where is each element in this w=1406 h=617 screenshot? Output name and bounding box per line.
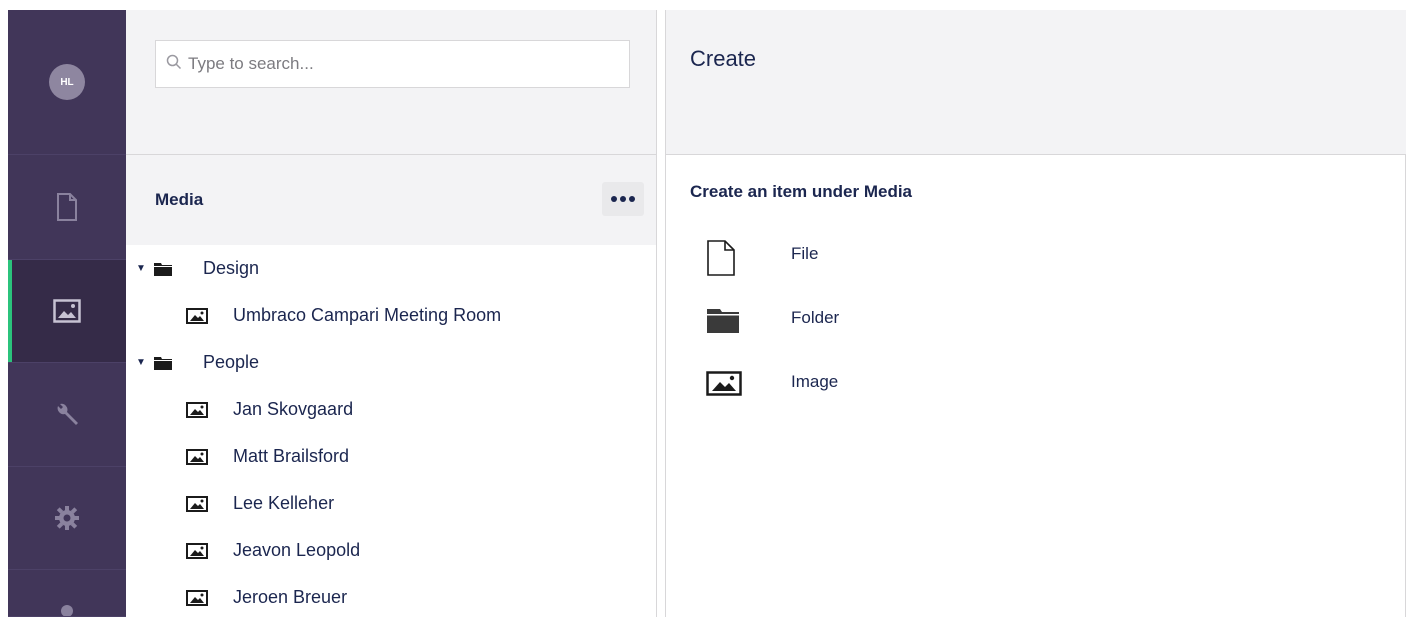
- tree-item-label: Design: [203, 258, 260, 278]
- caret-down-icon[interactable]: ▼: [136, 357, 146, 368]
- tree-header: Media: [126, 155, 656, 245]
- gear-icon: [54, 505, 80, 531]
- search-box[interactable]: [155, 40, 630, 88]
- tree-item-label: Lee Kelleher: [233, 493, 335, 513]
- more-dot: [629, 196, 635, 202]
- tree-item-label: Jeroen Breuer: [233, 587, 348, 607]
- tree-item-jan-skovgaard[interactable]: Jan Skovgaard: [126, 386, 656, 433]
- wrench-icon: [54, 402, 80, 428]
- tree-item-label: Jeavon Leopold: [233, 540, 361, 560]
- tree-actions-button[interactable]: [602, 182, 644, 216]
- tree-panel: Media ▼ Design Umbraco Campari Meeting R…: [126, 10, 656, 617]
- user-avatar-section[interactable]: HL: [8, 10, 126, 155]
- create-option-image[interactable]: Image: [690, 362, 1090, 412]
- folder-icon: [153, 261, 173, 277]
- tree-item-matt-brailsford[interactable]: Matt Brailsford: [126, 433, 656, 480]
- tree-item-design[interactable]: ▼ Design: [126, 245, 656, 292]
- image-icon: [186, 307, 208, 324]
- tree-item-label: Umbraco Campari Meeting Room: [233, 305, 502, 325]
- image-icon: [186, 448, 208, 465]
- caret-down-icon[interactable]: ▼: [136, 263, 146, 274]
- section-settings-tools[interactable]: [8, 363, 126, 467]
- section-users[interactable]: [8, 570, 126, 617]
- section-settings[interactable]: [8, 467, 126, 570]
- tree-item-jeavon-leopold[interactable]: Jeavon Leopold: [126, 527, 656, 574]
- tree-search-area: [126, 10, 656, 155]
- section-rail: HL: [8, 10, 126, 617]
- image-icon: [186, 542, 208, 559]
- tree-item-label: Jan Skovgaard: [233, 399, 354, 419]
- create-option-file[interactable]: File: [690, 234, 1090, 284]
- top-strip: [0, 0, 1406, 10]
- image-icon: [186, 589, 208, 606]
- create-option-folder[interactable]: Folder: [690, 298, 1090, 348]
- search-icon: [166, 54, 182, 75]
- tree-item-jeroen-breuer[interactable]: Jeroen Breuer: [126, 574, 656, 617]
- search-input[interactable]: [188, 54, 608, 74]
- avatar[interactable]: HL: [49, 64, 85, 100]
- panel-title: Create: [690, 46, 757, 71]
- tree-item-umbraco-campari[interactable]: Umbraco Campari Meeting Room: [126, 292, 656, 339]
- umbraco-backoffice: HL Type to search... Media ▼ Design Umbr…: [0, 0, 1406, 617]
- tree-item-lee-kelleher[interactable]: Lee Kelleher: [126, 480, 656, 527]
- document-icon: [56, 193, 78, 221]
- file-icon: [706, 240, 736, 281]
- section-media[interactable]: [8, 260, 126, 363]
- create-subtitle: Create an item under Media: [690, 182, 913, 201]
- image-icon: [53, 299, 81, 323]
- folder-icon: [706, 306, 740, 339]
- panel-header: Create: [666, 10, 1406, 155]
- create-option-label: Image: [791, 372, 839, 391]
- panel-splitter[interactable]: [656, 10, 666, 617]
- image-icon: [706, 368, 742, 403]
- more-dot: [620, 196, 626, 202]
- image-icon: [186, 401, 208, 418]
- tree-title[interactable]: Media: [155, 190, 203, 210]
- user-icon: [57, 602, 77, 616]
- tree-item-label: Matt Brailsford: [233, 446, 350, 466]
- create-option-label: File: [791, 244, 819, 263]
- more-dot: [611, 196, 617, 202]
- folder-icon: [153, 355, 173, 371]
- tree-item-label: People: [203, 352, 260, 372]
- create-option-label: Folder: [791, 308, 840, 327]
- image-icon: [186, 495, 208, 512]
- tree-item-people[interactable]: ▼ People: [126, 339, 656, 386]
- section-content[interactable]: [8, 155, 126, 260]
- create-panel: Create Create an item under Media File F…: [666, 10, 1406, 617]
